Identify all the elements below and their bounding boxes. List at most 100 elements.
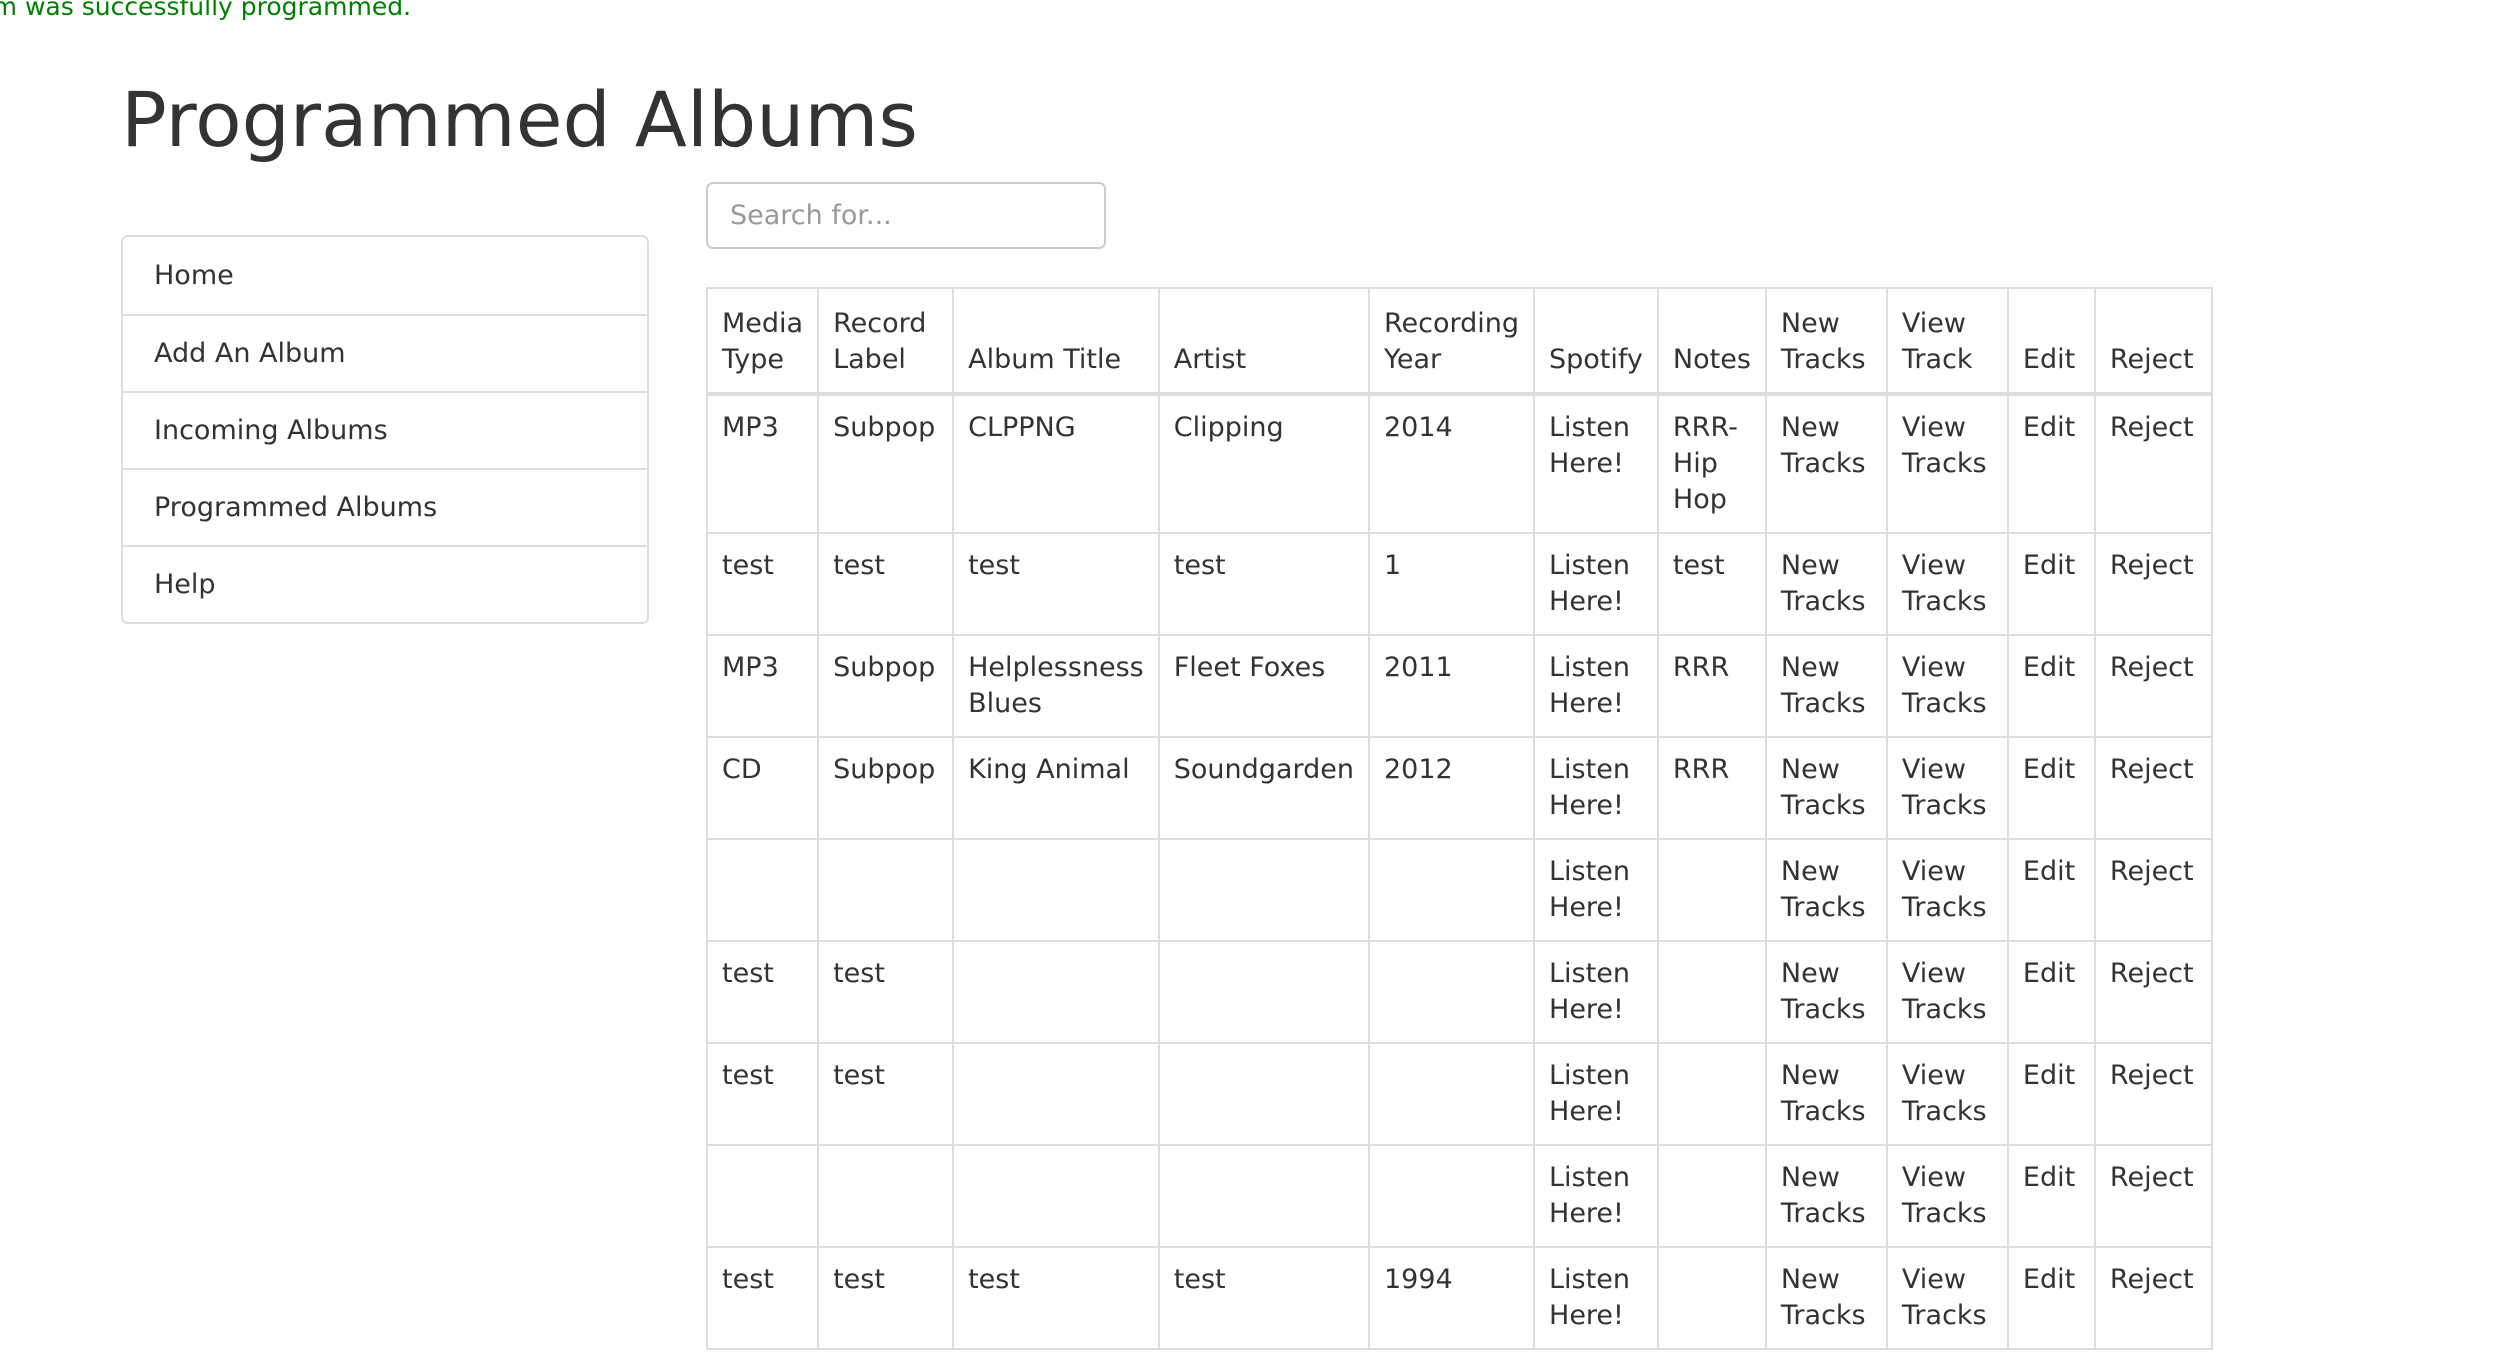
view-tracks-link[interactable]: View Tracks xyxy=(1902,958,1987,1025)
listen-here-link[interactable]: Listen Here! xyxy=(1549,412,1630,479)
cell-album-title: King Animal xyxy=(952,736,1160,840)
cell-recording-year: 2012 xyxy=(1367,736,1536,840)
table-row: test test test test 1 Listen Here! test New Tra… xyxy=(705,532,2213,636)
cell-media-type: MP3 xyxy=(705,634,820,738)
cell-notes: test xyxy=(1656,532,1767,636)
listen-here-link[interactable]: Listen Here! xyxy=(1549,754,1630,821)
edit-link[interactable]: Edit xyxy=(2023,412,2075,443)
edit-link[interactable]: Edit xyxy=(2023,1162,2075,1193)
listen-here-link[interactable]: Listen Here! xyxy=(1549,652,1630,719)
reject-link[interactable]: Reject xyxy=(2110,958,2194,989)
sidebar-item-programmed-albums[interactable]: Programmed Albums xyxy=(123,468,647,545)
search-input[interactable] xyxy=(706,182,1106,249)
view-tracks-link[interactable]: View Tracks xyxy=(1902,550,1987,617)
edit-link[interactable]: Edit xyxy=(2023,856,2075,887)
cell-record-label: Subpop xyxy=(817,634,955,738)
reject-cell: Reject xyxy=(2093,1246,2213,1350)
listen-here-link[interactable]: Listen Here! xyxy=(1549,1060,1630,1127)
cell-media-type: test xyxy=(705,940,820,1044)
edit-cell: Edit xyxy=(2006,1042,2096,1146)
cell-record-label: test xyxy=(817,1246,955,1350)
reject-cell: Reject xyxy=(2093,532,2213,636)
sidebar-item-help[interactable]: Help xyxy=(123,545,647,622)
new-tracks-link[interactable]: New Tracks xyxy=(1781,412,1866,479)
new-tracks-link[interactable]: New Tracks xyxy=(1781,1162,1866,1229)
new-tracks-link[interactable]: New Tracks xyxy=(1781,754,1866,821)
new-tracks-cell: New Tracks xyxy=(1764,634,1888,738)
view-tracks-cell: View Tracks xyxy=(1885,634,2009,738)
listen-here-cell: Listen Here! xyxy=(1533,532,1659,636)
header-notes: Notes xyxy=(1656,287,1767,396)
sidebar-nav: Home Add An Album Incoming Albums Progra… xyxy=(121,235,649,624)
header-new-tracks: New Tracks xyxy=(1764,287,1888,396)
edit-link[interactable]: Edit xyxy=(2023,958,2075,989)
cell-notes xyxy=(1656,1042,1767,1146)
reject-link[interactable]: Reject xyxy=(2110,1060,2194,1091)
edit-link[interactable]: Edit xyxy=(2023,754,2075,785)
table-row: test test Listen Here! New Tracks View Track… xyxy=(705,1042,2213,1146)
reject-link[interactable]: Reject xyxy=(2110,550,2194,581)
cell-album-title xyxy=(952,1042,1160,1146)
listen-here-link[interactable]: Listen Here! xyxy=(1549,1162,1630,1229)
view-tracks-link[interactable]: View Tracks xyxy=(1902,1060,1987,1127)
new-tracks-link[interactable]: New Tracks xyxy=(1781,1264,1866,1331)
view-tracks-link[interactable]: View Tracks xyxy=(1902,412,1987,479)
listen-here-link[interactable]: Listen Here! xyxy=(1549,958,1630,1025)
view-tracks-link[interactable]: View Tracks xyxy=(1902,856,1987,923)
reject-link[interactable]: Reject xyxy=(2110,856,2194,887)
cell-recording-year: 1994 xyxy=(1367,1246,1536,1350)
new-tracks-link[interactable]: New Tracks xyxy=(1781,958,1866,1025)
table-row: test test test test 1994 Listen Here! New Trac… xyxy=(705,1246,2213,1350)
edit-link[interactable]: Edit xyxy=(2023,652,2075,683)
reject-link[interactable]: Reject xyxy=(2110,412,2194,443)
listen-here-cell: Listen Here! xyxy=(1533,393,1659,534)
new-tracks-link[interactable]: New Tracks xyxy=(1781,652,1866,719)
table-header-row: Media Type Record Label Album Title Arti… xyxy=(705,287,2213,396)
reject-link[interactable]: Reject xyxy=(2110,754,2194,785)
table-row: Listen Here! New Tracks View Tracks Edit Rej… xyxy=(705,1144,2213,1248)
edit-link[interactable]: Edit xyxy=(2023,1264,2075,1295)
reject-cell: Reject xyxy=(2093,393,2213,534)
sidebar-item-incoming-albums[interactable]: Incoming Albums xyxy=(123,391,647,468)
edit-link[interactable]: Edit xyxy=(2023,550,2075,581)
table-row: test test Listen Here! New Tracks View Track… xyxy=(705,940,2213,1044)
view-tracks-link[interactable]: View Tracks xyxy=(1902,754,1987,821)
view-tracks-cell: View Tracks xyxy=(1885,1042,2009,1146)
new-tracks-cell: New Tracks xyxy=(1764,940,1888,1044)
cell-album-title: CLPPNG xyxy=(952,393,1160,534)
edit-link[interactable]: Edit xyxy=(2023,1060,2075,1091)
cell-artist xyxy=(1157,1144,1370,1248)
page: lbum was successfully programmed. Progra… xyxy=(0,0,2512,1352)
flash-notice: lbum was successfully programmed. xyxy=(0,0,412,21)
new-tracks-link[interactable]: New Tracks xyxy=(1781,856,1866,923)
albums-table: Media Type Record Label Album Title Arti… xyxy=(705,287,2213,1350)
cell-artist xyxy=(1157,940,1370,1044)
table-row: CD Subpop King Animal Soundgarden 2012 Listen… xyxy=(705,736,2213,840)
new-tracks-link[interactable]: New Tracks xyxy=(1781,1060,1866,1127)
view-tracks-cell: View Tracks xyxy=(1885,393,2009,534)
listen-here-link[interactable]: Listen Here! xyxy=(1549,1264,1630,1331)
reject-link[interactable]: Reject xyxy=(2110,652,2194,683)
view-tracks-link[interactable]: View Tracks xyxy=(1902,652,1987,719)
cell-artist xyxy=(1157,838,1370,942)
sidebar-item-home[interactable]: Home xyxy=(123,237,647,314)
view-tracks-link[interactable]: View Tracks xyxy=(1902,1162,1987,1229)
reject-link[interactable]: Reject xyxy=(2110,1264,2194,1295)
cell-notes xyxy=(1656,1246,1767,1350)
view-tracks-link[interactable]: View Tracks xyxy=(1902,1264,1987,1331)
cell-artist: Soundgarden xyxy=(1157,736,1370,840)
new-tracks-link[interactable]: New Tracks xyxy=(1781,550,1866,617)
header-edit: Edit xyxy=(2006,287,2096,396)
cell-media-type: test xyxy=(705,532,820,636)
cell-media-type: CD xyxy=(705,736,820,840)
listen-here-link[interactable]: Listen Here! xyxy=(1549,856,1630,923)
edit-cell: Edit xyxy=(2006,634,2096,738)
reject-link[interactable]: Reject xyxy=(2110,1162,2194,1193)
listen-here-link[interactable]: Listen Here! xyxy=(1549,550,1630,617)
table-row: MP3 Subpop Helplessness Blues Fleet Foxes 20… xyxy=(705,634,2213,738)
sidebar-item-add-album[interactable]: Add An Album xyxy=(123,314,647,391)
edit-cell: Edit xyxy=(2006,1144,2096,1248)
reject-cell: Reject xyxy=(2093,634,2213,738)
cell-artist xyxy=(1157,1042,1370,1146)
view-tracks-cell: View Tracks xyxy=(1885,532,2009,636)
